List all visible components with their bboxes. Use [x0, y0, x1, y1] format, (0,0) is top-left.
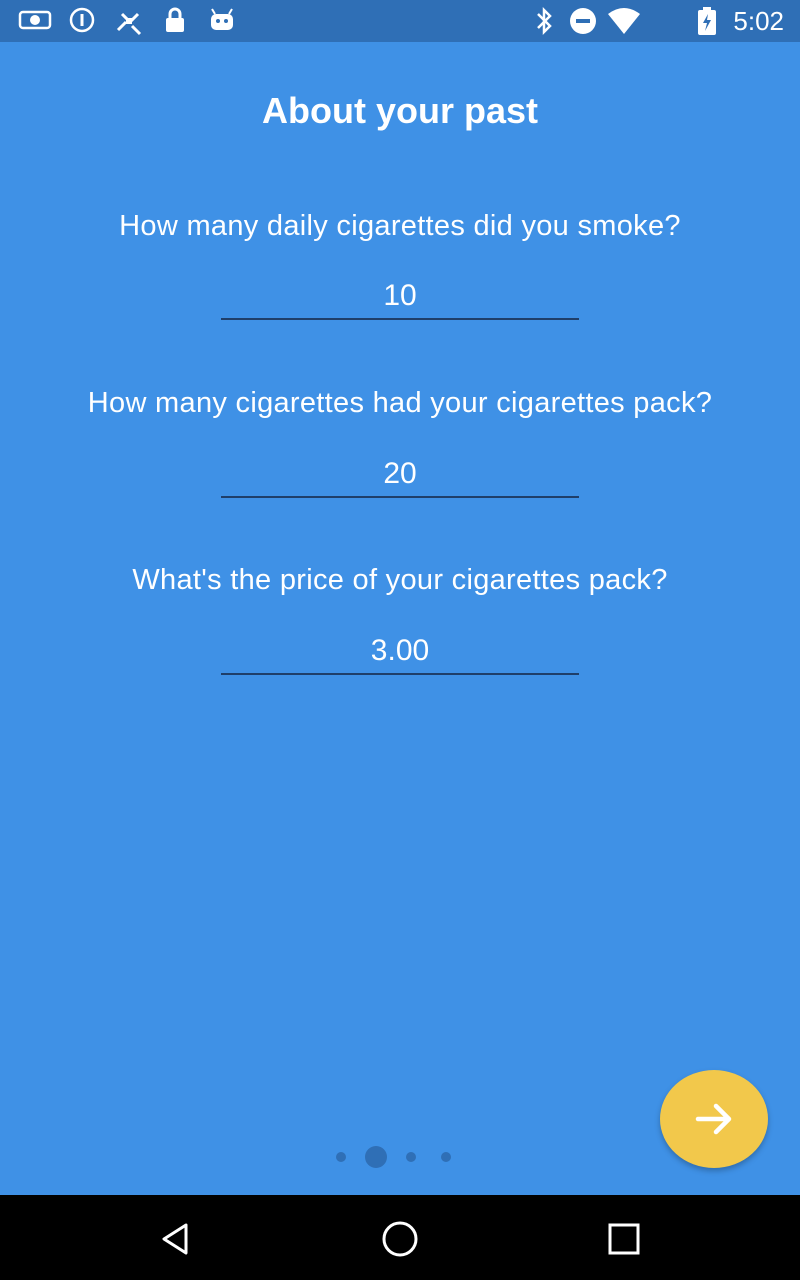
arrow-right-icon: [695, 1103, 732, 1135]
home-icon: [382, 1221, 418, 1257]
page-dot-1: [336, 1152, 346, 1162]
onboarding-page: About your past How many daily cigarette…: [0, 42, 800, 1195]
recents-icon: [608, 1223, 640, 1255]
battery-icon: [696, 6, 718, 36]
lock-icon: [163, 6, 187, 34]
satellite-icon: [112, 6, 146, 36]
pack-size-field[interactable]: [221, 452, 579, 498]
daily-cigarettes-field[interactable]: [221, 274, 579, 320]
page-dot-4: [441, 1152, 451, 1162]
do-not-disturb-icon: [568, 6, 598, 36]
navigation-bar: [0, 1195, 800, 1280]
question-daily-cigarettes-label: How many daily cigarettes did you smoke?: [119, 210, 681, 242]
mail-icon: [18, 6, 52, 34]
question-pack-size-label: How many cigarettes had your cigarettes …: [87, 387, 713, 419]
pack-price-input[interactable]: [221, 629, 579, 673]
pack-price-field[interactable]: [221, 629, 579, 675]
next-button[interactable]: [660, 1070, 768, 1168]
daily-cigarettes-input[interactable]: [221, 274, 579, 318]
page-dot-3: [406, 1152, 416, 1162]
page-dot-2-active: [365, 1146, 387, 1168]
back-icon: [162, 1223, 188, 1255]
wifi-icon: [606, 6, 642, 36]
question-pack-price-label: What's the price of your cigarettes pack…: [132, 564, 668, 596]
info-icon: [68, 6, 96, 34]
recents-button[interactable]: [600, 1215, 648, 1263]
android-icon: [207, 6, 237, 34]
status-time: 5:02: [733, 6, 784, 36]
home-button[interactable]: [376, 1215, 424, 1263]
page-title: About your past: [262, 90, 538, 131]
status-bar: 5:02: [0, 0, 800, 42]
bluetooth-icon: [532, 6, 556, 36]
pack-size-input[interactable]: [221, 452, 579, 496]
back-button[interactable]: [152, 1215, 200, 1263]
